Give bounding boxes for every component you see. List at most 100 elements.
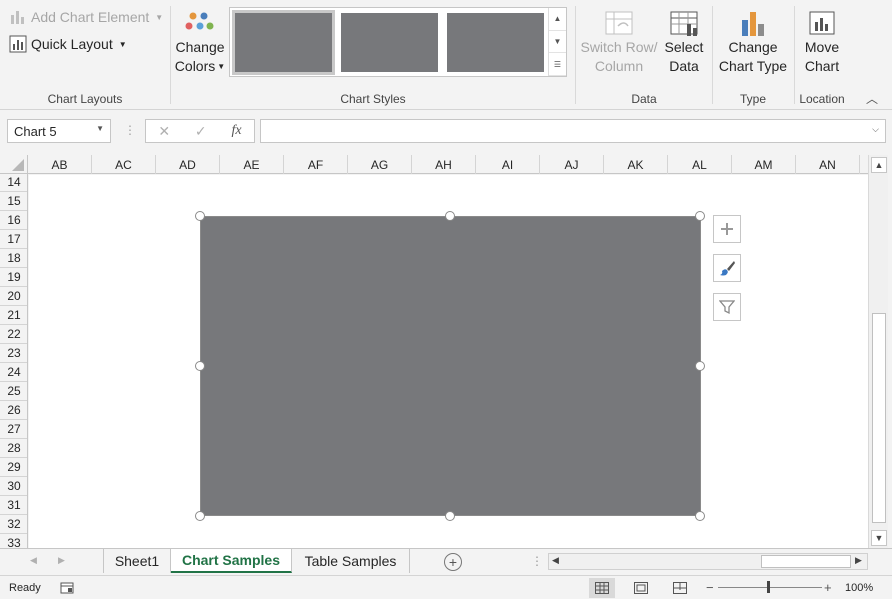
vertical-scrollbar[interactable]: ▲ ▼ (868, 155, 888, 548)
resize-handle-r[interactable] (695, 361, 705, 371)
zoom-out-icon[interactable]: − (706, 580, 714, 595)
chevron-down-icon[interactable]: ▼ (96, 124, 104, 133)
row-header[interactable]: 20 (0, 287, 27, 306)
scroll-down-icon[interactable]: ▼ (871, 530, 887, 546)
scroll-left-icon[interactable]: ◀ (552, 555, 559, 566)
zoom-slider-thumb[interactable] (767, 581, 770, 593)
row-header[interactable]: 17 (0, 230, 27, 249)
row-header[interactable]: 18 (0, 249, 27, 268)
select-all-corner[interactable] (0, 155, 28, 174)
page-layout-view-button[interactable] (628, 578, 654, 598)
horizontal-scrollbar[interactable]: ◀ ▶ (548, 553, 868, 570)
zoom-slider[interactable] (718, 587, 822, 588)
resize-handle-t[interactable] (445, 211, 455, 221)
macro-record-icon[interactable] (60, 581, 74, 594)
next-sheet-icon[interactable]: ▶ (58, 555, 65, 566)
chevron-down-icon: ▼ (217, 62, 226, 71)
column-headers: AB AC AD AE AF AG AH AI AJ AK AL AM AN (0, 155, 868, 174)
normal-view-button[interactable] (589, 578, 615, 598)
row-header[interactable]: 33 (0, 534, 27, 548)
row-header[interactable]: 15 (0, 192, 27, 211)
column-header[interactable]: AE (220, 155, 284, 174)
hscroll-thumb[interactable] (761, 555, 851, 568)
row-header[interactable]: 24 (0, 363, 27, 382)
add-chart-element-button[interactable]: Add Chart Element ▼ (9, 9, 163, 25)
chart-filters-button[interactable] (713, 293, 741, 321)
column-header[interactable]: AL (668, 155, 732, 174)
zoom-in-icon[interactable]: + (824, 580, 832, 595)
column-header[interactable]: AJ (540, 155, 604, 174)
column-header[interactable]: AK (604, 155, 668, 174)
insert-function-icon[interactable]: fx (231, 123, 241, 139)
page-break-view-button[interactable] (667, 578, 693, 598)
gallery-more-icon[interactable]: ☰ (549, 53, 566, 77)
column-header[interactable]: AI (476, 155, 540, 174)
column-header[interactable]: AG (348, 155, 412, 174)
scroll-thumb[interactable] (872, 313, 886, 523)
column-header[interactable]: AN (796, 155, 860, 174)
tab-sheet1[interactable]: Sheet1 (103, 549, 171, 573)
row-header[interactable]: 32 (0, 515, 27, 534)
change-colors-label-1: Change (175, 39, 225, 55)
gallery-up-icon[interactable]: ▲ (549, 8, 566, 31)
move-chart-label-2: Chart (804, 58, 840, 74)
change-colors-button[interactable]: Change Colors ▼ (174, 10, 226, 76)
resize-handle-tr[interactable] (695, 211, 705, 221)
move-chart-button[interactable]: Move Chart (798, 10, 846, 76)
row-header[interactable]: 16 (0, 211, 27, 230)
row-header[interactable]: 26 (0, 401, 27, 420)
resize-handle-bl[interactable] (195, 511, 205, 521)
resize-handle-b[interactable] (445, 511, 455, 521)
prev-sheet-icon[interactable]: ◀ (30, 555, 37, 566)
change-colors-label-2: Colors (174, 58, 216, 74)
formula-input[interactable]: ⌵ (260, 119, 886, 143)
zoom-level[interactable]: 100% (845, 582, 873, 594)
row-header[interactable]: 23 (0, 344, 27, 363)
name-box-value: Chart 5 (14, 124, 57, 139)
chart-styles-button[interactable] (713, 254, 741, 282)
row-header[interactable]: 21 (0, 306, 27, 325)
change-chart-type-button[interactable]: Change Chart Type (716, 10, 790, 76)
resize-handle-l[interactable] (195, 361, 205, 371)
column-header[interactable]: AB (28, 155, 92, 174)
row-header[interactable]: 14 (0, 174, 27, 192)
column-header[interactable]: AC (92, 155, 156, 174)
column-header[interactable]: AH (412, 155, 476, 174)
chart-object[interactable] (200, 216, 701, 516)
column-header[interactable]: AD (156, 155, 220, 174)
name-box[interactable]: Chart 5 ▼ (7, 119, 111, 143)
scroll-right-icon[interactable]: ▶ (855, 555, 862, 566)
row-header[interactable]: 31 (0, 496, 27, 515)
column-header[interactable]: AM (732, 155, 796, 174)
quick-layout-button[interactable]: Quick Layout ▼ (9, 35, 127, 53)
splitter-icon[interactable]: ⋮ (124, 123, 136, 137)
row-header[interactable]: 30 (0, 477, 27, 496)
tab-chart-samples[interactable]: Chart Samples (171, 549, 292, 573)
filter-icon (719, 300, 735, 315)
expand-formula-icon[interactable]: ⌵ (872, 124, 879, 135)
tab-splitter-icon[interactable]: ⋮ (531, 554, 543, 568)
resize-handle-tl[interactable] (195, 211, 205, 221)
cancel-icon[interactable]: ✕ (158, 123, 170, 140)
row-header[interactable]: 29 (0, 458, 27, 477)
resize-handle-br[interactable] (695, 511, 705, 521)
gallery-down-icon[interactable]: ▼ (549, 31, 566, 54)
chart-style-1[interactable] (232, 10, 335, 75)
select-data-button[interactable]: Select Data (662, 10, 706, 76)
column-header[interactable]: AF (284, 155, 348, 174)
row-header[interactable]: 19 (0, 268, 27, 287)
tab-table-samples[interactable]: Table Samples (292, 549, 410, 573)
chart-elements-button[interactable] (713, 215, 741, 243)
row-header[interactable]: 27 (0, 420, 27, 439)
switch-row-column-button[interactable]: Switch Row/ Column (580, 10, 658, 76)
row-header[interactable]: 28 (0, 439, 27, 458)
enter-icon[interactable]: ✓ (195, 123, 207, 140)
add-sheet-icon[interactable]: + (444, 553, 462, 571)
chart-style-3[interactable] (447, 13, 544, 72)
add-chart-element-icon (11, 11, 24, 24)
chart-style-2[interactable] (341, 13, 438, 72)
row-header[interactable]: 25 (0, 382, 27, 401)
collapse-ribbon-icon[interactable]: ︿ (866, 90, 878, 107)
scroll-up-icon[interactable]: ▲ (871, 157, 887, 173)
row-header[interactable]: 22 (0, 325, 27, 344)
